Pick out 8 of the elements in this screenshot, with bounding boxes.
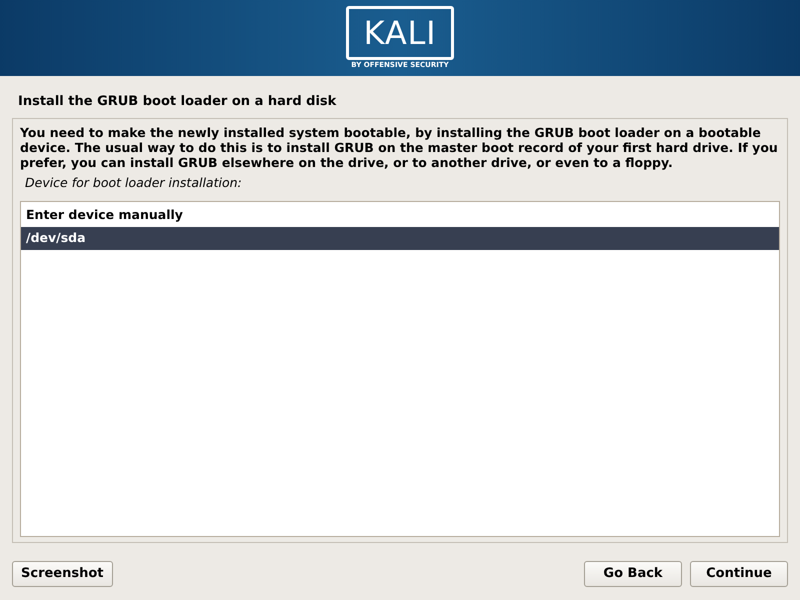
prompt-label: Device for boot loader installation: xyxy=(25,174,242,192)
list-item[interactable]: /dev/sda xyxy=(21,226,779,250)
description-text: You need to make the newly installed system bootable, by installing the GRUB boot loader on a bootable device. The usual way to do this is to install GRUB on the master boot record of your first hard drive. If you prefer, you can install GRUB elsewhere on the drive, or to another drive, or even to a floppy. xyxy=(20,125,779,170)
page-title: Install the GRUB boot loader on a hard disk xyxy=(18,94,336,109)
back-button[interactable]: Go Back xyxy=(584,561,682,587)
screenshot-button[interactable]: Screenshot xyxy=(12,561,113,587)
logo-text: KALI xyxy=(364,17,436,49)
continue-button[interactable]: Continue xyxy=(690,561,788,587)
